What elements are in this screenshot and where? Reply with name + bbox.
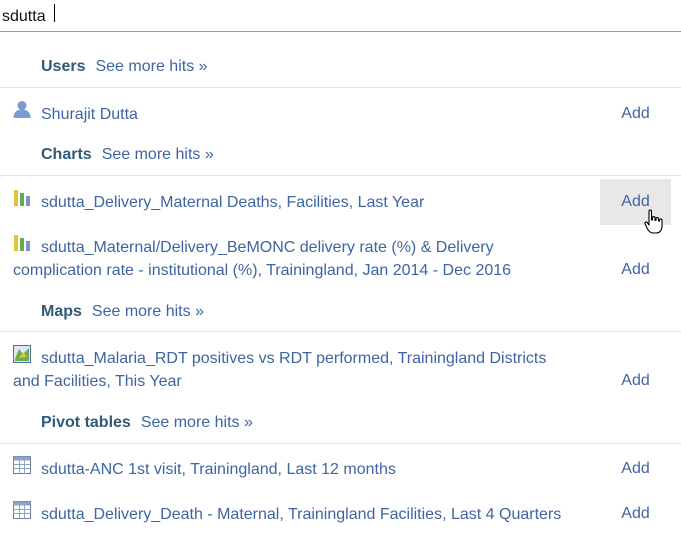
section-title-maps: Maps [41,303,82,320]
pivot-table-result-link[interactable]: sdutta_Delivery_Death - Maternal, Traini… [13,503,573,526]
search-bar [0,0,681,32]
see-more-users-link[interactable]: See more hits » [95,58,207,75]
add-chart-button[interactable]: Add [600,247,671,293]
section-header-maps: Maps See more hits » [41,303,204,325]
add-pivot-table-button[interactable]: Add [600,491,671,537]
chart-result-link[interactable]: sdutta_Delivery_Maternal Deaths, Facilit… [13,191,573,214]
text-caret [54,4,55,22]
section-title-pivot-tables: Pivot tables [41,414,131,431]
see-more-pivot-tables-link[interactable]: See more hits » [141,414,253,431]
section-header-pivot-tables: Pivot tables See more hits » [41,414,253,436]
section-title-charts: Charts [41,146,92,163]
section-header-charts: Charts See more hits » [41,146,214,168]
divider [0,87,681,88]
chart-result-link[interactable]: sdutta_Maternal/Delivery_BeMONC delivery… [13,236,573,282]
map-result-link[interactable]: sdutta_Malaria_RDT positives vs RDT perf… [13,347,573,393]
add-pivot-table-button[interactable]: Add [600,446,671,492]
divider [0,331,681,332]
add-user-button[interactable]: Add [600,91,671,137]
search-input[interactable] [0,0,681,31]
see-more-charts-link[interactable]: See more hits » [102,146,214,163]
see-more-maps-link[interactable]: See more hits » [92,303,204,320]
hand-cursor-icon [644,209,663,234]
divider [0,175,681,176]
section-header-users: Users See more hits » [41,58,208,80]
user-result-link[interactable]: Shurajit Dutta [13,103,573,126]
section-title-users: Users [41,58,86,75]
add-map-button[interactable]: Add [600,358,671,404]
pivot-table-result-link[interactable]: sdutta-ANC 1st visit, Trainingland, Last… [13,458,573,481]
divider [0,443,681,444]
